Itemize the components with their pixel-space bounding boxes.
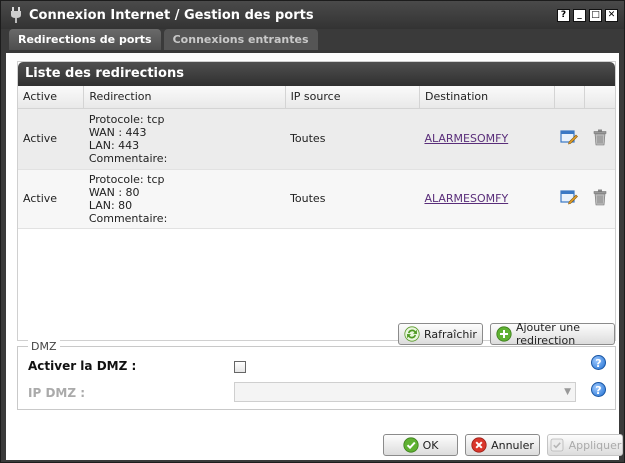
close-button[interactable]: ✕: [605, 9, 618, 22]
row-active: Active: [18, 169, 84, 229]
apply-label: Appliquer: [568, 438, 622, 452]
cancel-button[interactable]: Annuler: [465, 434, 540, 456]
ip-dmz-select[interactable]: ▼: [234, 382, 576, 402]
apply-button[interactable]: Appliquer: [547, 434, 623, 456]
trash-icon[interactable]: [593, 129, 607, 149]
edit-cell: [554, 108, 585, 170]
window-title: Connexion Internet / Gestion des ports: [29, 7, 314, 23]
add-icon: [496, 326, 512, 342]
chevron-down-icon: ▼: [564, 387, 571, 397]
column-ip-source[interactable]: IP source: [285, 86, 420, 109]
row-comment: Commentaire:: [88, 151, 168, 165]
dmz-legend: DMZ: [28, 340, 60, 353]
panel-title: Liste des redirections: [18, 62, 615, 86]
title-bar: Connexion Internet / Gestion des ports ?…: [1, 1, 624, 29]
column-edit: [554, 86, 585, 109]
row-wan: WAN : 443: [88, 125, 147, 139]
row-wan: WAN : 80: [88, 185, 140, 199]
ok-button[interactable]: OK: [383, 434, 458, 456]
cancel-label: Annuler: [491, 438, 534, 452]
row-destination-cell: ALARMESOMFY: [419, 108, 555, 170]
help-icon[interactable]: ?: [591, 355, 606, 370]
check-icon: [402, 437, 419, 453]
window-controls: ? _ □ ✕: [557, 9, 618, 22]
row-active: Active: [18, 108, 84, 170]
ip-dmz-label: IP DMZ :: [28, 386, 86, 400]
column-destination[interactable]: Destination: [419, 86, 555, 109]
row-lan: LAN: 443: [88, 138, 140, 152]
minimize-button[interactable]: _: [573, 9, 586, 22]
dmz-fieldset: DMZ Activer la DMZ : ? IP DMZ : ▼ ?: [17, 340, 616, 410]
redirections-table: Active Redirection IP source Destination…: [18, 86, 615, 229]
apply-icon: [549, 437, 565, 453]
refresh-label: Rafraîchir: [424, 327, 477, 341]
row-ip-source: Toutes: [285, 169, 420, 229]
column-delete: [584, 86, 615, 109]
edit-icon[interactable]: [560, 130, 579, 148]
table-row[interactable]: Active Protocole: tcp WAN : 80 LAN: 80 C…: [18, 169, 615, 229]
row-comment: Commentaire:: [88, 211, 168, 225]
redirections-panel: Liste des redirections Active Redirectio…: [17, 61, 616, 347]
help-button[interactable]: ?: [557, 9, 570, 22]
row-lan: LAN: 80: [88, 198, 133, 212]
enable-dmz-label: Activer la DMZ :: [28, 359, 137, 373]
edit-cell: [554, 169, 585, 229]
table-row[interactable]: Active Protocole: tcp WAN : 443 LAN: 443…: [18, 108, 615, 170]
edit-icon[interactable]: [560, 190, 579, 208]
add-redirection-button[interactable]: Ajouter une redirection: [489, 321, 615, 347]
row-protocol: Protocole: tcp: [88, 172, 165, 186]
tab-bar: Redirections de ports Connexions entrant…: [9, 29, 318, 50]
destination-link[interactable]: ALARMESOMFY: [424, 192, 508, 205]
ok-label: OK: [422, 438, 439, 452]
row-ip-source: Toutes: [285, 108, 420, 170]
row-redirection-details: Protocole: tcp WAN : 443 LAN: 443 Commen…: [83, 108, 286, 170]
column-active[interactable]: Active: [18, 86, 85, 109]
column-redirection[interactable]: Redirection: [83, 86, 286, 109]
help-icon[interactable]: ?: [591, 382, 606, 397]
row-destination-cell: ALARMESOMFY: [419, 169, 555, 229]
delete-cell: [584, 108, 615, 170]
trash-icon[interactable]: [593, 189, 607, 209]
row-redirection-details: Protocole: tcp WAN : 80 LAN: 80 Commenta…: [83, 169, 286, 229]
maximize-button[interactable]: □: [589, 9, 602, 22]
cancel-icon: [471, 437, 487, 453]
destination-link[interactable]: ALARMESOMFY: [424, 132, 508, 145]
port-management-window: Connexion Internet / Gestion des ports ?…: [0, 0, 625, 463]
tab-incoming-connections[interactable]: Connexions entrantes: [163, 29, 318, 50]
list-actions: Rafraîchir Ajouter une redirection: [398, 321, 615, 347]
row-protocol: Protocole: tcp: [88, 112, 165, 126]
tab-port-redirections[interactable]: Redirections de ports: [9, 29, 161, 50]
enable-dmz-checkbox[interactable]: [234, 361, 246, 373]
footer-actions: OK Annuler Appliquer: [383, 434, 623, 456]
plug-icon: [9, 6, 23, 24]
refresh-button[interactable]: Rafraîchir: [398, 323, 483, 345]
refresh-icon: [404, 326, 420, 342]
add-redirection-label: Ajouter une redirection: [515, 321, 581, 347]
tab-content: Liste des redirections Active Redirectio…: [6, 53, 623, 460]
delete-cell: [584, 169, 615, 229]
